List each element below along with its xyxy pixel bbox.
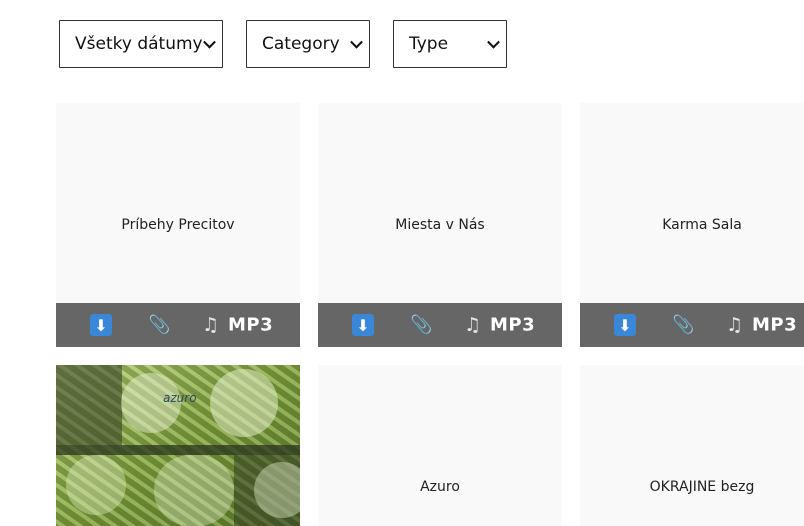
media-card-actions: ⬇ 📎 ♫ MP3 bbox=[318, 303, 562, 347]
media-card-title: Karma Sala bbox=[662, 217, 742, 233]
date-filter-value: Všetky dátumy bbox=[75, 34, 203, 54]
category-filter-value: Category bbox=[262, 34, 340, 54]
media-card-title: OKRAJINE bezg bbox=[649, 479, 755, 495]
media-card-title: Miesta v Nás bbox=[395, 217, 485, 233]
download-icon[interactable]: ⬇ bbox=[614, 314, 636, 336]
download-icon[interactable]: ⬇ bbox=[90, 314, 112, 336]
media-card[interactable]: Miesta v Nás ⬇ 📎 ♫ MP3 bbox=[318, 103, 562, 347]
media-card[interactable]: Azuro bbox=[318, 365, 562, 526]
type-filter-select[interactable]: Type bbox=[393, 20, 507, 68]
music-note-icon: ♫ bbox=[202, 314, 220, 336]
music-note-icon: ♫ bbox=[464, 314, 482, 336]
mp3-link[interactable]: MP3 bbox=[752, 315, 797, 336]
album-art-image bbox=[56, 365, 300, 526]
chevron-down-icon bbox=[487, 35, 500, 49]
media-card-title: Príbehy Precitov bbox=[121, 217, 235, 233]
download-icon[interactable]: ⬇ bbox=[352, 314, 374, 336]
media-card[interactable]: Príbehy Precitov ⬇ 📎 ♫ MP3 bbox=[56, 103, 300, 347]
date-filter-select[interactable]: Všetky dátumy bbox=[59, 20, 223, 68]
media-card-title: Azuro bbox=[420, 479, 460, 495]
paperclip-icon[interactable]: 📎 bbox=[148, 315, 170, 336]
media-card[interactable]: Karma Sala ⬇ 📎 ♫ MP3 bbox=[580, 103, 804, 347]
paperclip-icon[interactable]: 📎 bbox=[672, 315, 694, 336]
media-card-actions: ⬇ 📎 ♫ MP3 bbox=[56, 303, 300, 347]
media-card-thumbnail[interactable]: azuro bbox=[56, 365, 300, 526]
type-filter-value: Type bbox=[409, 34, 449, 54]
mp3-link[interactable]: MP3 bbox=[228, 315, 273, 336]
album-art-logo: azuro bbox=[163, 391, 197, 405]
chevron-down-icon bbox=[350, 35, 363, 49]
music-note-icon: ♫ bbox=[726, 314, 744, 336]
mp3-link[interactable]: MP3 bbox=[490, 315, 535, 336]
media-card[interactable]: OKRAJINE bezg bbox=[580, 365, 804, 526]
category-filter-select[interactable]: Category bbox=[246, 20, 370, 68]
media-card-actions: ⬇ 📎 ♫ MP3 bbox=[580, 303, 804, 347]
chevron-down-icon bbox=[203, 35, 216, 49]
paperclip-icon[interactable]: 📎 bbox=[410, 315, 432, 336]
